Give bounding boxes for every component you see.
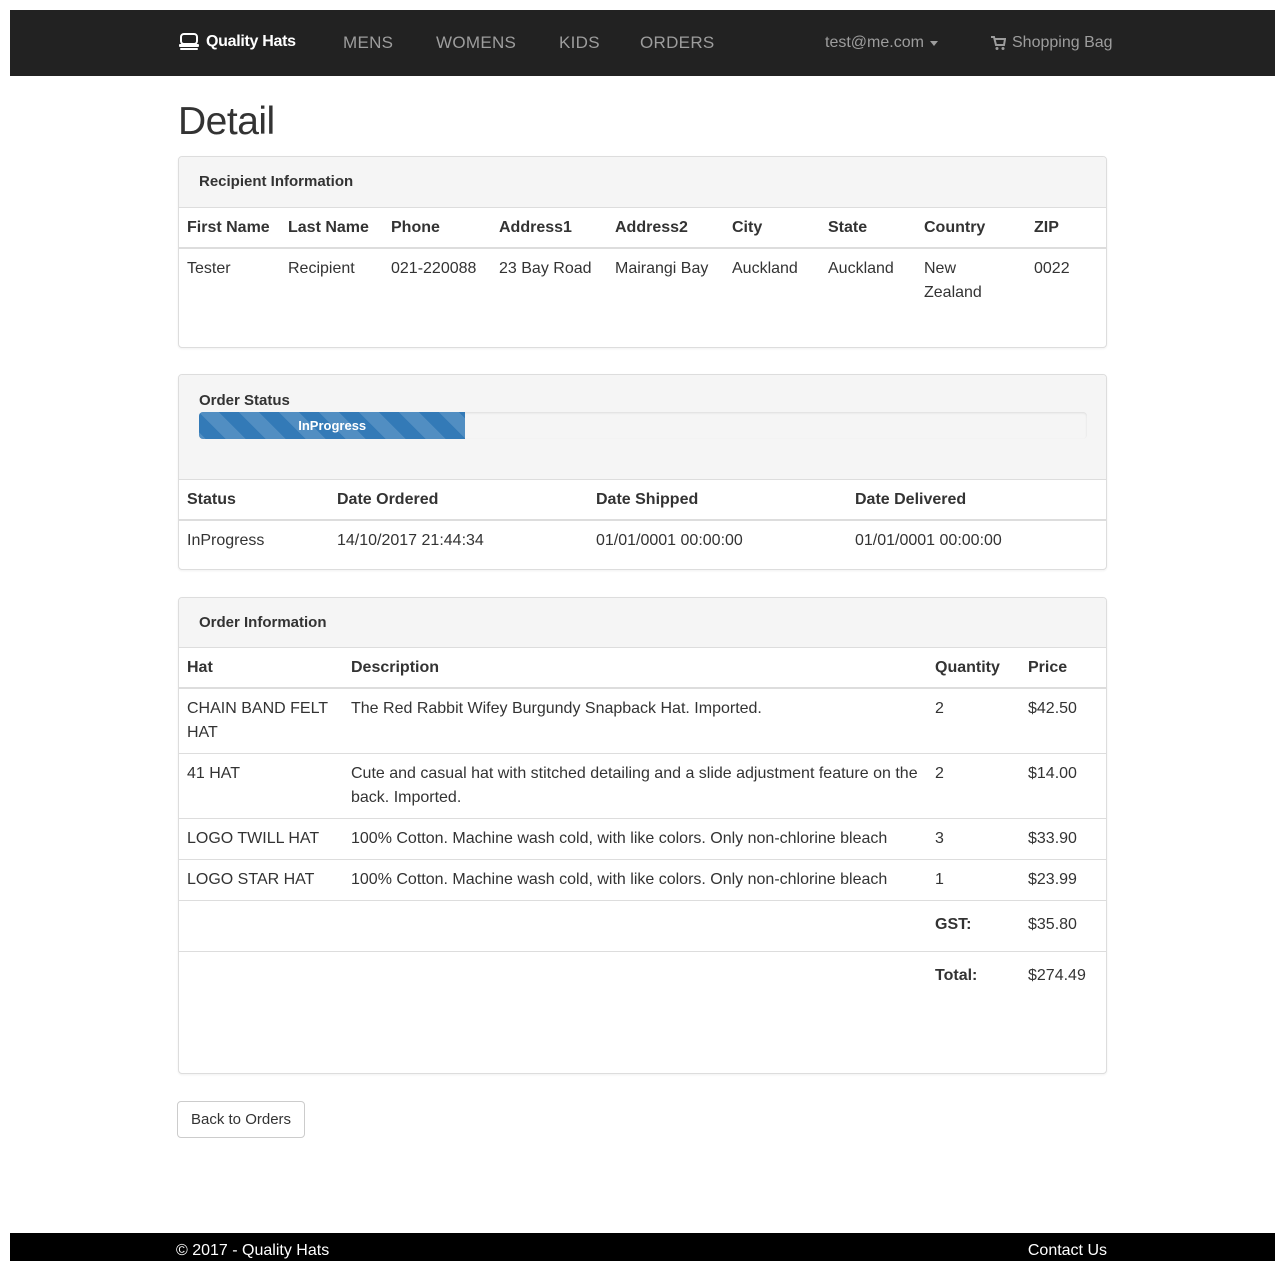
col-description: Description [343,648,927,690]
order-panel: Order Information Hat Description Quanti… [178,597,1107,1074]
cell-phone: 021-220088 [391,260,477,278]
footer: © 2017 - Quality Hats Contact Us [10,1233,1275,1261]
user-email: test@me.com [825,34,924,51]
brand-label: Quality Hats [206,33,296,50]
cell-price: $23.99 [1020,859,1106,901]
status-heading: Order Status [199,392,290,409]
navbar: Quality Hats MENS WOMENS KIDS ORDERS tes… [10,10,1275,76]
cell-state: Auckland [828,260,894,278]
table-row: LOGO TWILL HAT 100% Cotton. Machine wash… [179,818,1106,860]
progress-bar-fill: InProgress [199,412,466,439]
cell-address1: 23 Bay Road [499,260,592,278]
cell-hat: LOGO TWILL HAT [179,818,343,860]
col-phone: Phone [383,208,491,250]
page-title: Detail [178,100,275,143]
shopping-bag-link[interactable]: Shopping Bag [990,34,1113,52]
cell-quantity: 1 [927,859,1020,901]
table-row: 41 HAT Cute and casual hat with stitched… [179,753,1106,819]
total-value: $274.49 [1020,951,1106,997]
col-first-name: First Name [179,208,280,250]
cell-date-shipped: 01/01/0001 00:00:00 [596,532,743,550]
cell-description: The Red Rabbit Wifey Burgundy Snapback H… [351,700,762,718]
cell-price: $14.00 [1020,753,1106,819]
table-row: InProgress 14/10/2017 21:44:34 01/01/000… [179,520,1106,561]
user-dropdown[interactable]: test@me.com [825,34,938,52]
cell-last-name: Recipient [288,260,355,278]
col-date-ordered: Date Ordered [329,480,588,522]
contact-us-link[interactable]: Contact Us [1028,1242,1107,1260]
col-country: Country [916,208,1026,250]
col-city: City [724,208,820,250]
col-address1: Address1 [491,208,607,250]
col-quantity: Quantity [927,648,1020,690]
order-progress: InProgress [199,412,1087,439]
nav-mens[interactable]: MENS [343,33,393,53]
status-table: Status Date Ordered Date Shipped Date De… [179,480,1106,561]
col-state: State [820,208,916,250]
cell-hat: 41 HAT [179,753,343,819]
cell-quantity: 2 [935,700,944,718]
total-label: Total: [927,951,1020,997]
order-table: Hat Description Quantity Price CHAIN BAN… [179,648,1106,997]
empty-cell [179,951,343,997]
recipient-heading: Recipient Information [179,157,1106,208]
cell-price: $33.90 [1020,818,1106,860]
table-row: Tester Recipient 021-220088 23 Bay Road … [179,248,1106,313]
cart-icon [991,36,1006,50]
cell-description: 100% Cotton. Machine wash cold, with lik… [343,818,927,860]
empty-cell [343,900,927,952]
gst-label: GST: [927,900,1020,952]
nav-womens[interactable]: WOMENS [436,33,516,53]
total-row: Total: $274.49 [179,951,1106,997]
hat-icon [179,33,199,50]
col-last-name: Last Name [280,208,383,250]
recipient-panel: Recipient Information First Name Last Na… [178,156,1107,348]
cell-hat: CHAIN BAND FELT HAT [187,700,328,742]
cell-first-name: Tester [187,260,231,278]
status-heading-area: Order Status InProgress [179,375,1106,480]
status-panel: Order Status InProgress Status Date Orde… [178,374,1107,570]
col-hat: Hat [179,648,343,690]
footer-copyright: © 2017 - Quality Hats [176,1242,330,1259]
brand-link[interactable]: Quality Hats [178,32,296,52]
table-row: LOGO STAR HAT 100% Cotton. Machine wash … [179,859,1106,901]
gst-value: $35.80 [1020,900,1106,952]
nav-orders[interactable]: ORDERS [640,33,715,53]
col-date-delivered: Date Delivered [847,480,1106,522]
col-price: Price [1020,648,1106,690]
cell-description: 100% Cotton. Machine wash cold, with lik… [343,859,927,901]
cell-price: $42.50 [1028,700,1077,718]
gst-row: GST: $35.80 [179,900,1106,952]
col-status: Status [179,480,329,522]
col-date-shipped: Date Shipped [588,480,847,522]
cell-date-ordered: 14/10/2017 21:44:34 [337,532,484,550]
empty-cell [179,900,343,952]
cell-description: Cute and casual hat with stitched detail… [343,753,927,819]
cell-country: New Zealand [924,260,982,302]
nav-kids[interactable]: KIDS [559,33,600,53]
cell-address2: Mairangi Bay [615,260,709,278]
cell-hat: LOGO STAR HAT [179,859,343,901]
cell-quantity: 3 [927,818,1020,860]
cell-status: InProgress [187,532,265,550]
caret-down-icon [929,40,938,46]
recipient-table: First Name Last Name Phone Address1 Addr… [179,208,1106,313]
back-to-orders-button[interactable]: Back to Orders [177,1101,306,1138]
cell-city: Auckland [732,260,798,278]
cell-date-delivered: 01/01/0001 00:00:00 [855,532,1002,550]
cell-quantity: 2 [927,753,1020,819]
order-heading: Order Information [179,598,1106,648]
col-address2: Address2 [607,208,724,250]
col-zip: ZIP [1026,208,1106,250]
cell-zip: 0022 [1034,260,1070,278]
table-row: CHAIN BAND FELT HAT The Red Rabbit Wifey… [179,688,1106,754]
empty-cell [343,951,927,997]
shopping-bag-label: Shopping Bag [1012,34,1113,51]
